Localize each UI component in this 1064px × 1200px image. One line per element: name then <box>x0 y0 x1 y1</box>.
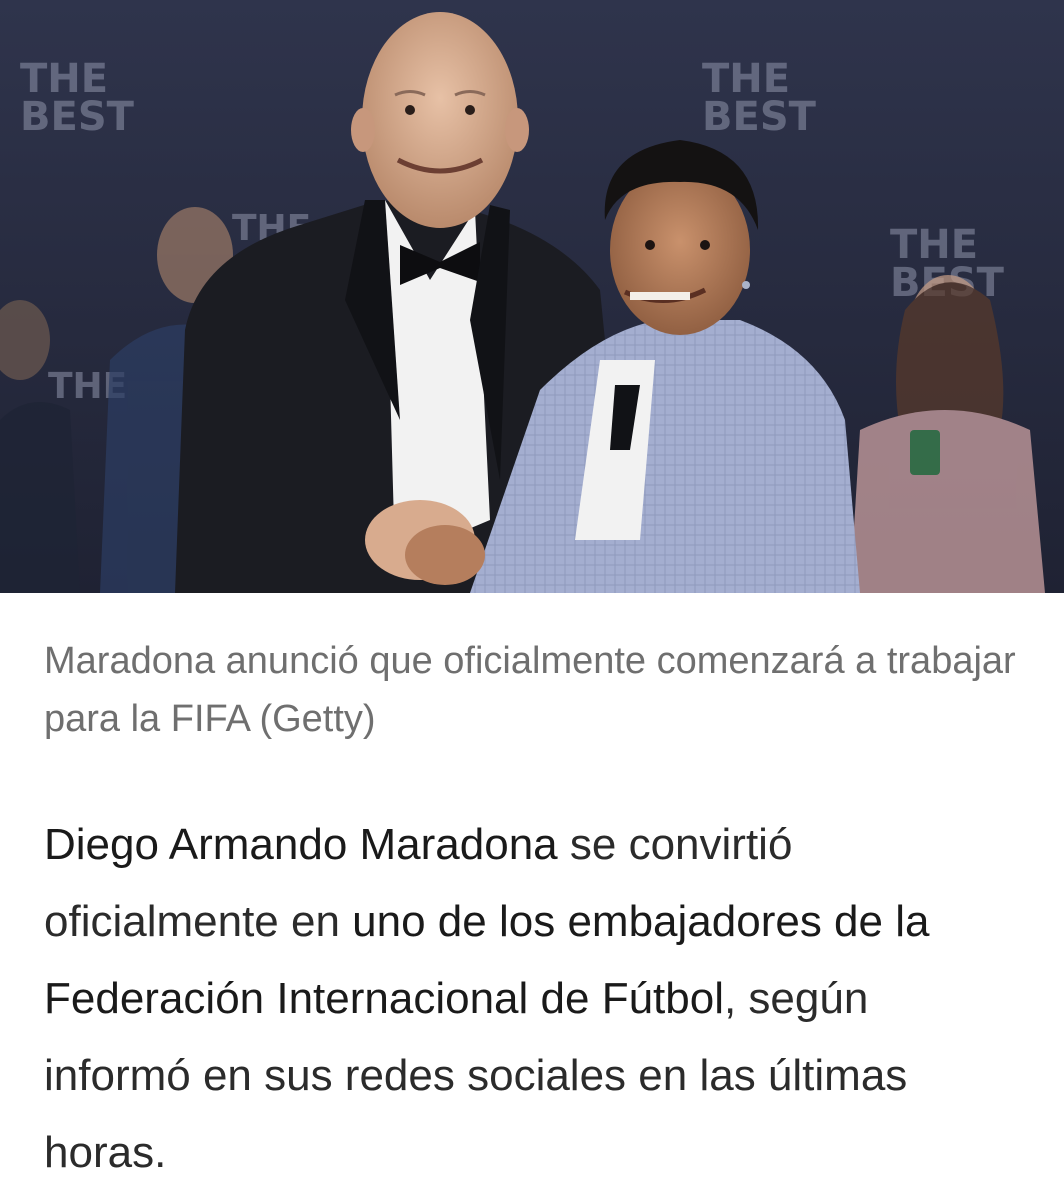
photo-illustration: THE BEST THE BEST THE BEST THE THE <box>0 0 1064 593</box>
backdrop-logo: BEST <box>702 94 817 140</box>
article-paragraph: Diego Armando Maradona se convirtió ofic… <box>44 806 1024 1191</box>
article-bold-name: Diego Armando Maradona <box>44 820 558 869</box>
article-photo: THE BEST THE BEST THE BEST THE THE <box>0 0 1064 593</box>
backdrop-logo: BEST <box>20 94 135 140</box>
photo-caption: Maradona anunció que oficialmente comenz… <box>44 640 1016 740</box>
